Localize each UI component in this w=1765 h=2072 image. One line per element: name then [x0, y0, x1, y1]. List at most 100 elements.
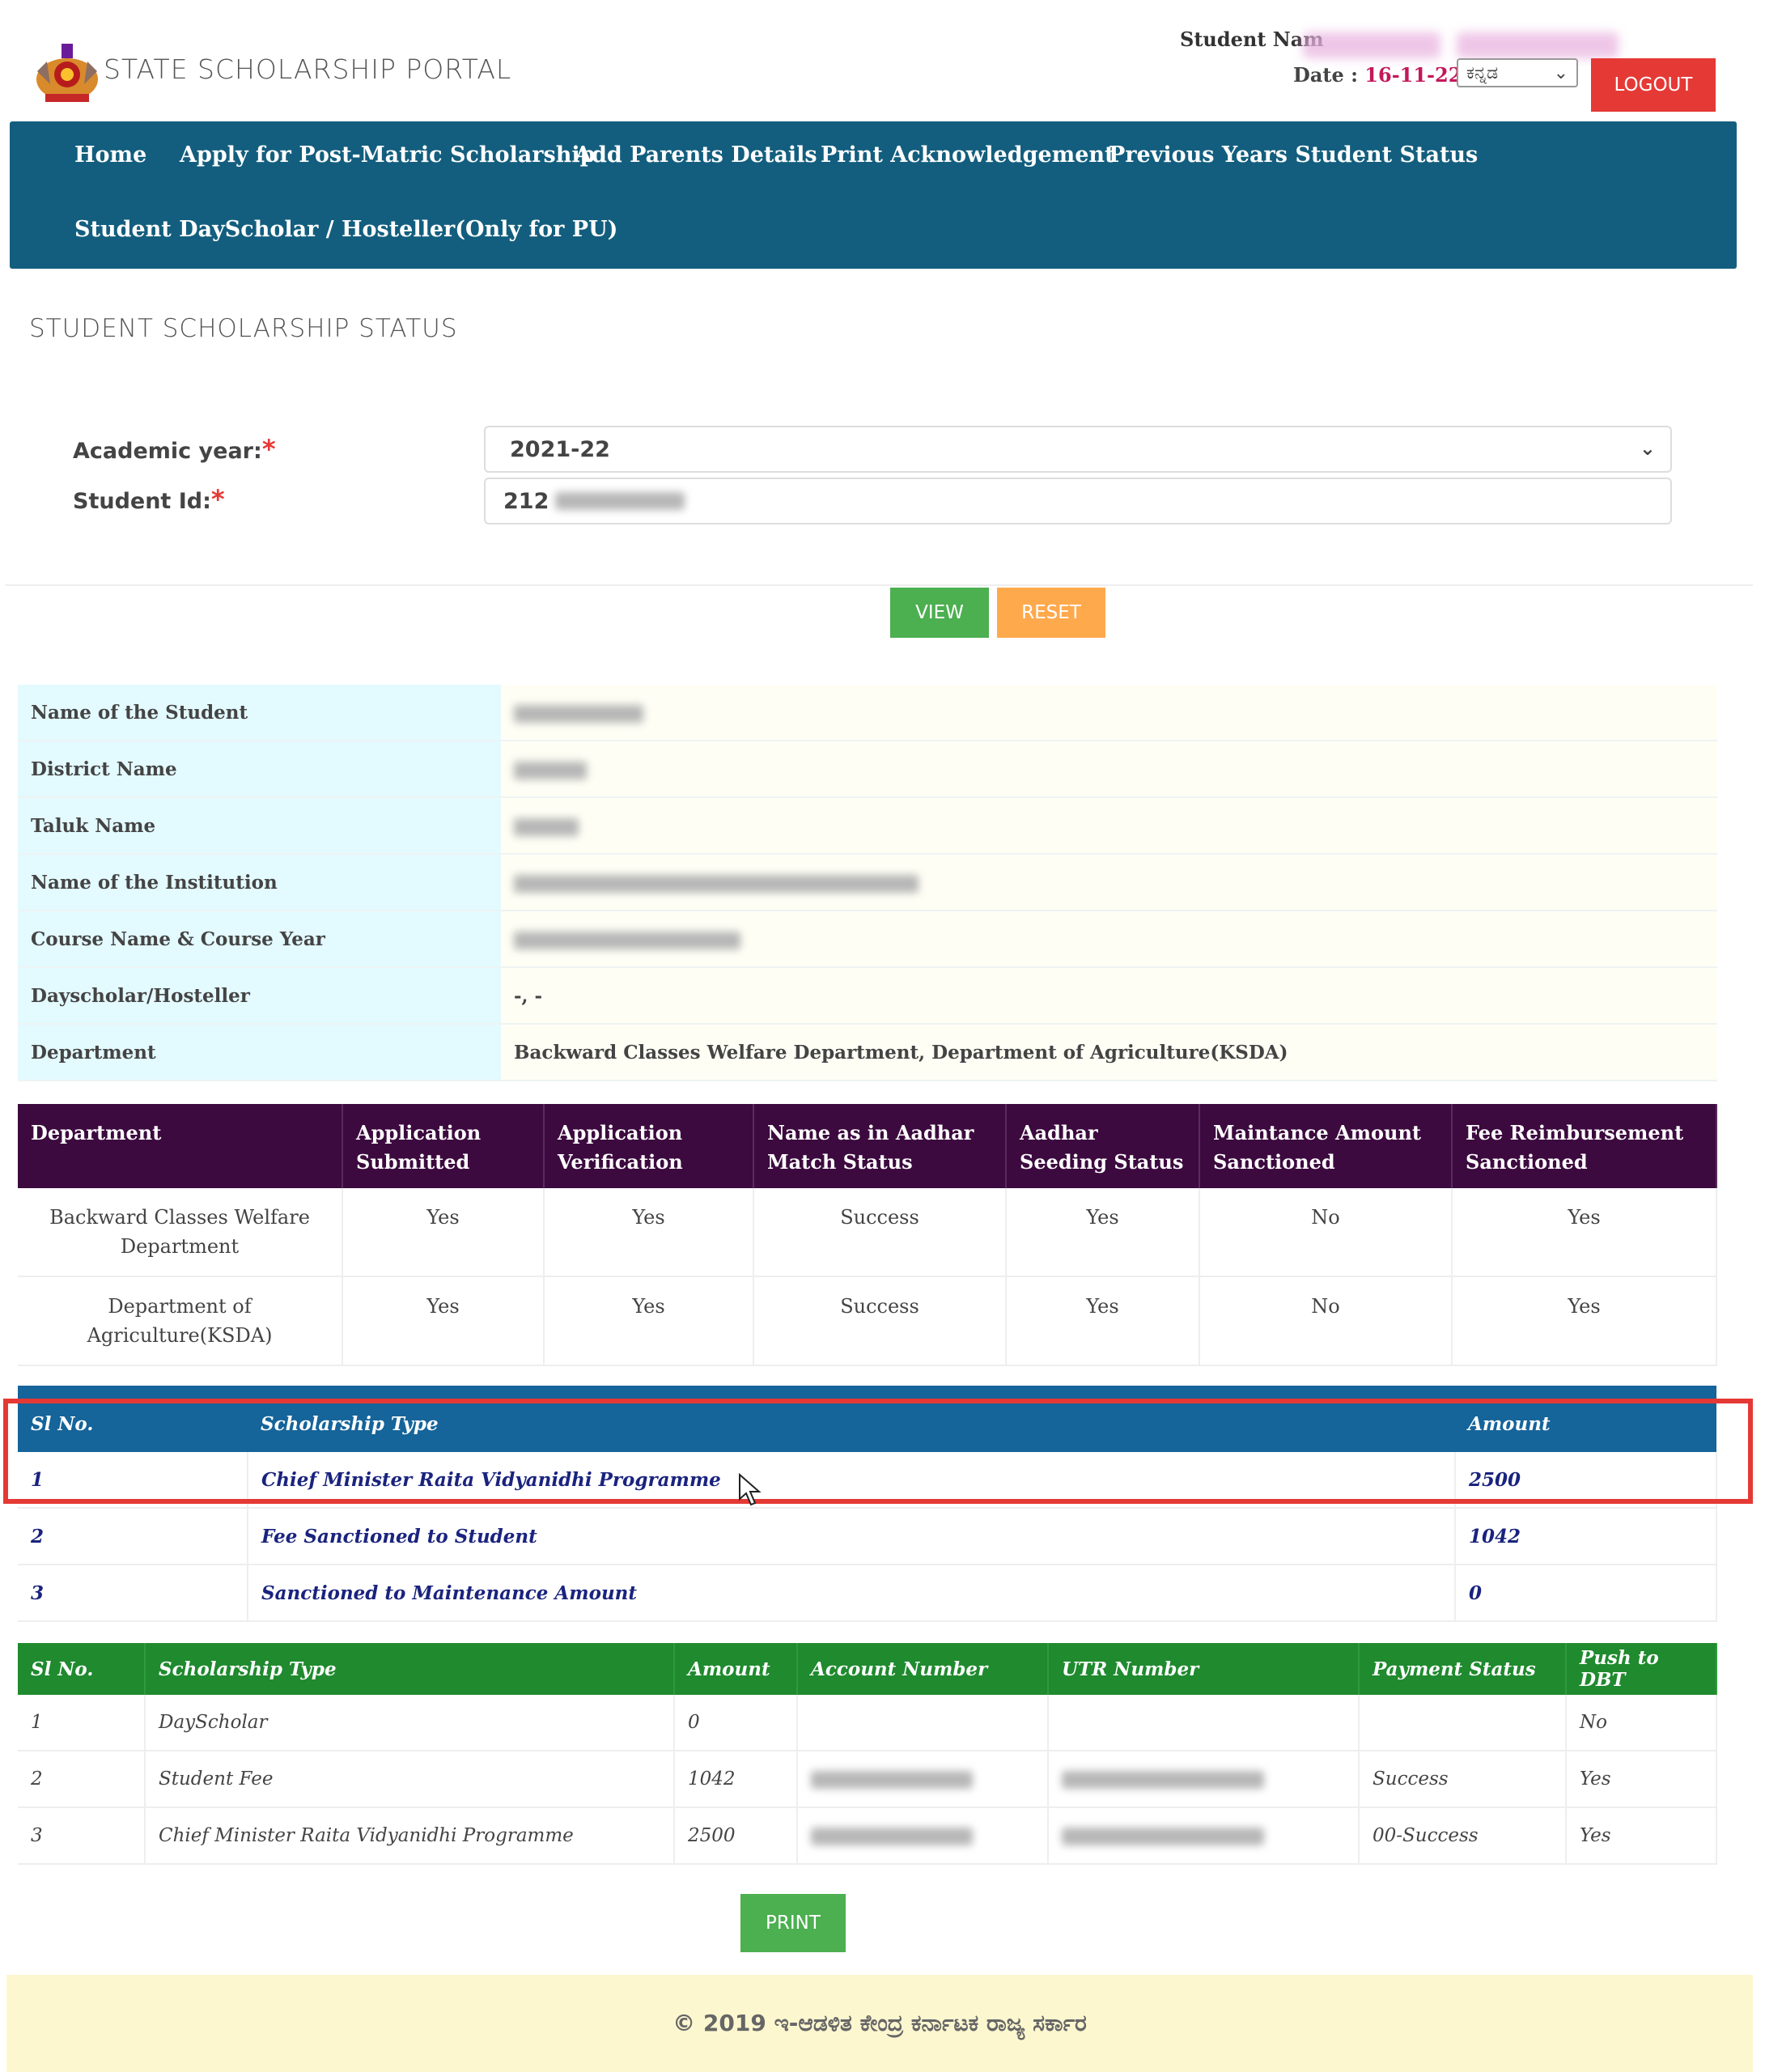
- nav-previous-years[interactable]: Previous Years Student Status: [1109, 142, 1478, 168]
- table-row: 2 Student Fee 1042 Success Yes: [18, 1751, 1717, 1808]
- column-header: Push to DBT: [1566, 1643, 1717, 1695]
- table-cell: Success: [753, 1276, 1007, 1366]
- nav-dayscholar-hosteller[interactable]: Student DayScholar / Hosteller(Only for …: [74, 217, 617, 242]
- academic-year-value: 2021-22: [510, 436, 610, 462]
- column-header: UTR Number: [1048, 1643, 1360, 1695]
- table-cell: 00-Success: [1359, 1807, 1567, 1865]
- language-select[interactable]: ಕನ್ನಡ ⌄: [1457, 58, 1578, 87]
- info-label: District Name: [18, 741, 501, 798]
- table-cell: Yes: [342, 1188, 545, 1277]
- column-header: Name as in Aadhar Match Status: [753, 1104, 1007, 1188]
- info-value: [501, 911, 1717, 968]
- logout-button[interactable]: LOGOUT: [1591, 58, 1716, 112]
- table-cell: Yes: [1566, 1807, 1717, 1865]
- info-value: [501, 854, 1717, 911]
- table-row: Department Backward Classes Welfare Depa…: [18, 1024, 1717, 1081]
- required-asterisk: *: [261, 434, 276, 465]
- table-cell: No: [1199, 1276, 1453, 1366]
- language-value: ಕನ್ನಡ: [1466, 62, 1499, 83]
- table-cell: Success: [1359, 1751, 1567, 1808]
- table-row: District Name: [18, 741, 1717, 798]
- table-cell: 1042: [1455, 1508, 1717, 1565]
- table-cell: Fee Sanctioned to Student: [248, 1508, 1456, 1565]
- table-cell: Yes: [1452, 1188, 1717, 1277]
- column-header: Amount: [674, 1643, 798, 1695]
- table-row: 3 Sanctioned to Maintenance Amount 0: [18, 1565, 1717, 1622]
- page: STATE SCHOLARSHIP PORTAL Student Nam Dat…: [0, 0, 1765, 2072]
- table-cell: 3: [18, 1565, 248, 1622]
- info-label: Dayscholar/Hosteller: [18, 967, 501, 1025]
- table-cell: Yes: [342, 1276, 545, 1366]
- table-header-row: Department Application Submitted Applica…: [18, 1104, 1717, 1188]
- table-cell: [1048, 1695, 1360, 1751]
- info-value: [501, 797, 1717, 855]
- table-cell: 3: [18, 1807, 146, 1865]
- table-cell: 1: [18, 1695, 146, 1751]
- nav-apply-post-matric[interactable]: Apply for Post-Matric Scholarship: [180, 142, 595, 168]
- column-header: Application Verification: [544, 1104, 754, 1188]
- academic-year-label: Academic year:*: [73, 434, 276, 465]
- info-value: [501, 741, 1717, 798]
- column-header: Payment Status: [1359, 1643, 1567, 1695]
- date-value: 16-11-22: [1364, 63, 1462, 87]
- table-cell: Yes: [1452, 1276, 1717, 1366]
- table-row: Dayscholar/Hosteller -, -: [18, 967, 1717, 1025]
- footer: © 2019 ಇ-ಆಡಳಿತ ಕೇಂದ್ರ ಕರ್ನಾಟಕ ರಾಜ್ಯ ಸರ್ಕ…: [6, 1975, 1753, 2072]
- highlight-annotation-box: [3, 1399, 1753, 1504]
- footer-text: © 2019 ಇ-ಆಡಳಿತ ಕೇಂದ್ರ ಕರ್ನಾಟಕ ರಾಜ್ಯ ಸರ್ಕ…: [672, 2010, 1087, 2036]
- date-label: Date :: [1293, 63, 1358, 87]
- table-row: Backward Classes Welfare Department Yes …: [18, 1188, 1717, 1277]
- table-row: Name of the Student: [18, 685, 1717, 741]
- info-value: [501, 685, 1717, 741]
- table-row: Name of the Institution: [18, 854, 1717, 911]
- info-label: Taluk Name: [18, 797, 501, 855]
- student-id-value: 212: [503, 488, 549, 514]
- required-asterisk: *: [210, 484, 225, 515]
- portal-title: STATE SCHOLARSHIP PORTAL: [104, 53, 512, 85]
- student-info-table: Name of the Student District Name Taluk …: [18, 685, 1717, 1081]
- table-cell: 2: [18, 1508, 248, 1565]
- table-cell: [1359, 1695, 1567, 1751]
- account-number-redacted: [797, 1751, 1049, 1808]
- column-header: Aadhar Seeding Status: [1006, 1104, 1200, 1188]
- nav-home[interactable]: Home: [74, 142, 146, 168]
- table-cell: Yes: [544, 1276, 754, 1366]
- info-label: Department: [18, 1024, 501, 1081]
- table-row: Course Name & Course Year: [18, 911, 1717, 968]
- table-cell: 0: [674, 1695, 798, 1751]
- table-cell: Student Fee: [145, 1751, 675, 1808]
- table-cell: Department of Agriculture(KSDA): [18, 1276, 343, 1366]
- nav-add-parents[interactable]: Add Parents Details: [575, 142, 817, 168]
- view-button[interactable]: VIEW: [890, 588, 989, 638]
- print-button[interactable]: PRINT: [740, 1894, 846, 1952]
- column-header: Application Submitted: [342, 1104, 545, 1188]
- table-cell: DayScholar: [145, 1695, 675, 1751]
- student-id-label: Student Id:*: [73, 484, 225, 515]
- karnataka-emblem-icon: [36, 44, 98, 102]
- table-cell: Success: [753, 1188, 1007, 1277]
- chevron-down-icon: ⌄: [1553, 62, 1568, 83]
- column-header: Maintance Amount Sanctioned: [1199, 1104, 1453, 1188]
- info-value: Backward Classes Welfare Department, Dep…: [501, 1024, 1717, 1081]
- table-cell: No: [1199, 1188, 1453, 1277]
- table-cell: Backward Classes Welfare Department: [18, 1188, 343, 1277]
- nav-print-ack[interactable]: Print Acknowledgement: [821, 142, 1115, 168]
- table-cell: Chief Minister Raita Vidyanidhi Programm…: [145, 1807, 675, 1865]
- utr-number-redacted: [1048, 1807, 1360, 1865]
- column-header: Sl No.: [18, 1643, 146, 1695]
- application-status-table: Department Application Submitted Applica…: [18, 1104, 1717, 1366]
- reset-button[interactable]: RESET: [997, 588, 1105, 638]
- table-row: 1 DayScholar 0 No: [18, 1695, 1717, 1751]
- table-cell: 1042: [674, 1751, 798, 1808]
- table-row: Department of Agriculture(KSDA) Yes Yes …: [18, 1276, 1717, 1366]
- table-row: 3 Chief Minister Raita Vidyanidhi Progra…: [18, 1807, 1717, 1865]
- academic-year-select[interactable]: 2021-22 ⌄: [484, 426, 1672, 473]
- table-cell: Yes: [1006, 1276, 1200, 1366]
- student-id-input[interactable]: 212: [484, 478, 1672, 524]
- student-name-redacted-2: [1457, 32, 1619, 58]
- table-cell: No: [1566, 1695, 1717, 1751]
- mouse-pointer-icon: [739, 1473, 762, 1506]
- info-value: -, -: [501, 967, 1717, 1025]
- column-header: Department: [18, 1104, 343, 1188]
- table-cell: 2500: [674, 1807, 798, 1865]
